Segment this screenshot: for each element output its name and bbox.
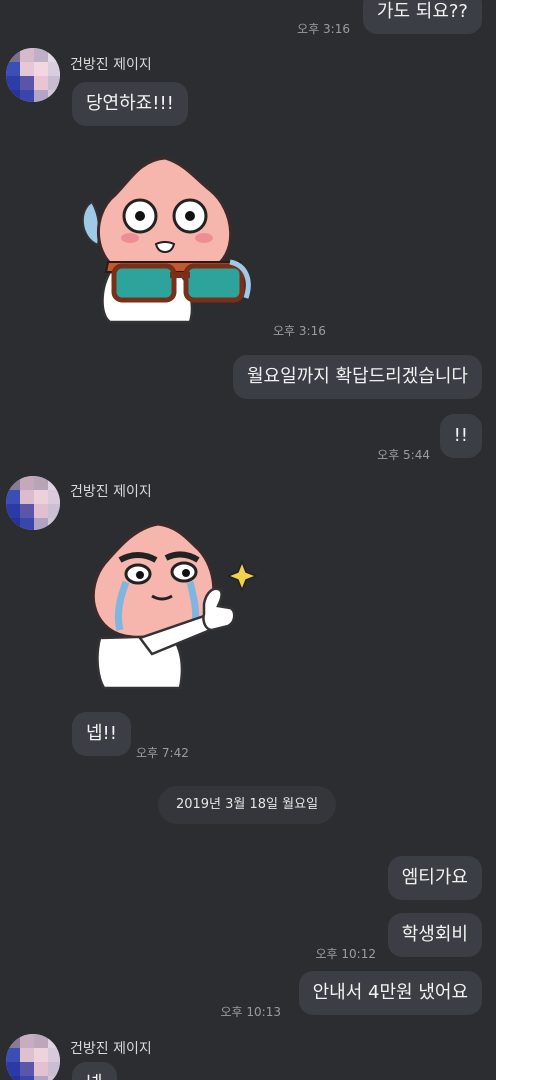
- incoming-message-bubble[interactable]: 넵: [72, 1062, 117, 1080]
- sender-avatar[interactable]: [6, 1034, 60, 1080]
- outgoing-message-bubble[interactable]: 월요일까지 확답드리겠습니다: [232, 355, 482, 399]
- sender-name: 건방진 제이지: [70, 57, 152, 73]
- message-time: 오후 10:12: [315, 947, 376, 961]
- message-time: 오후 3:16: [297, 22, 350, 36]
- sender-name: 건방진 제이지: [70, 1041, 152, 1057]
- incoming-message-bubble[interactable]: 당연하죠!!!: [72, 82, 188, 126]
- date-divider: 2019년 3월 18일 월요일: [158, 786, 336, 824]
- message-time: 오후 10:13: [220, 1005, 281, 1019]
- chat-room: 가도 되요?? 오후 3:16 건방진 제이지 당연하죠!!! 오후 3:16 …: [0, 0, 496, 1080]
- message-time: 오후 7:42: [136, 746, 189, 760]
- outgoing-message-bubble[interactable]: 학생회비: [387, 913, 482, 957]
- outgoing-message-bubble[interactable]: 엠티가요: [387, 856, 482, 900]
- sender-avatar[interactable]: [6, 48, 60, 102]
- peach-glasses-sticker[interactable]: [70, 150, 260, 325]
- message-time: 오후 5:44: [377, 448, 430, 462]
- sender-name: 건방진 제이지: [70, 484, 152, 500]
- outgoing-message-bubble[interactable]: 가도 되요??: [362, 0, 482, 34]
- incoming-message-bubble[interactable]: 넵!!: [72, 712, 131, 756]
- outgoing-message-bubble[interactable]: 안내서 4만원 냈어요: [298, 971, 482, 1015]
- outgoing-message-bubble[interactable]: !!: [439, 414, 482, 458]
- message-time: 오후 3:16: [273, 324, 326, 338]
- sender-avatar[interactable]: [6, 476, 60, 530]
- peach-thumbs-up-sticker[interactable]: [80, 518, 260, 693]
